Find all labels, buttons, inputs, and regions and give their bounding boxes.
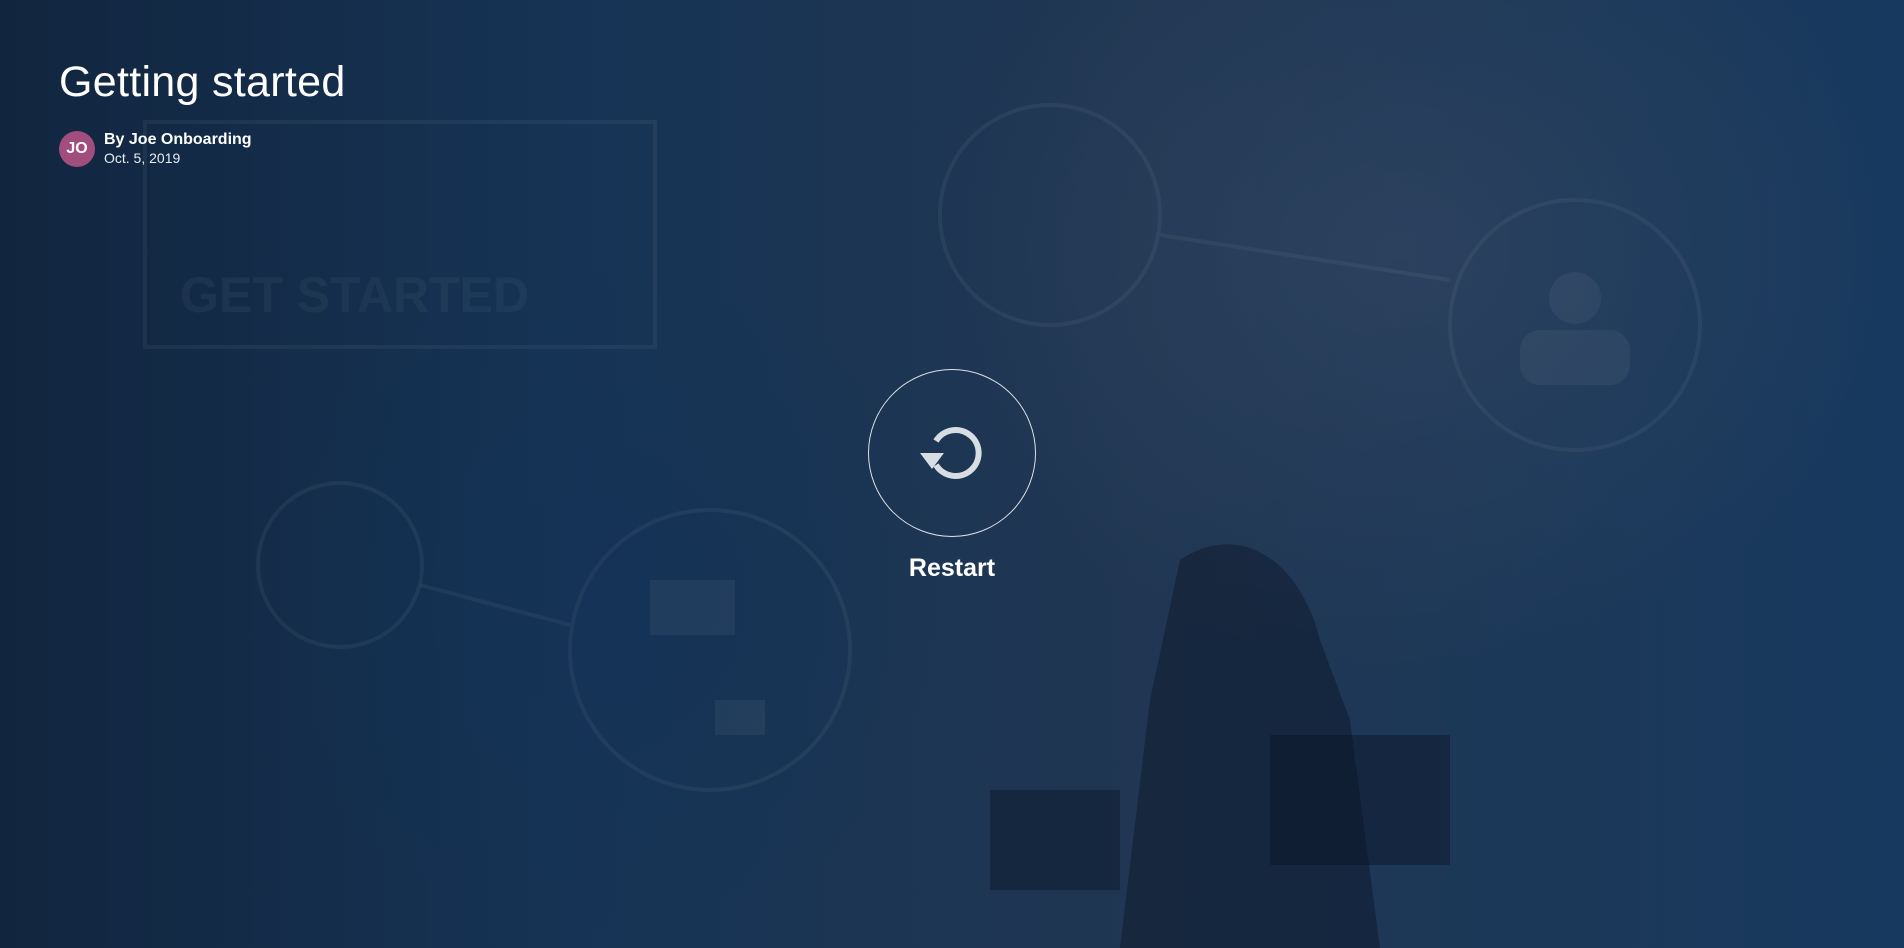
publish-date: Oct. 5, 2019 [104, 150, 181, 166]
restart-icon [920, 427, 982, 479]
lesson-title: Getting started [59, 58, 346, 106]
author-name: By Joe Onboarding [104, 131, 252, 148]
restart-label[interactable]: Restart [852, 554, 1052, 583]
restart-button[interactable] [868, 369, 1036, 537]
author-avatar: JO [59, 131, 95, 167]
author-meta: By Joe Onboarding Oct. 5, 2019 [104, 131, 252, 167]
author-info: JO By Joe Onboarding Oct. 5, 2019 [59, 131, 252, 167]
